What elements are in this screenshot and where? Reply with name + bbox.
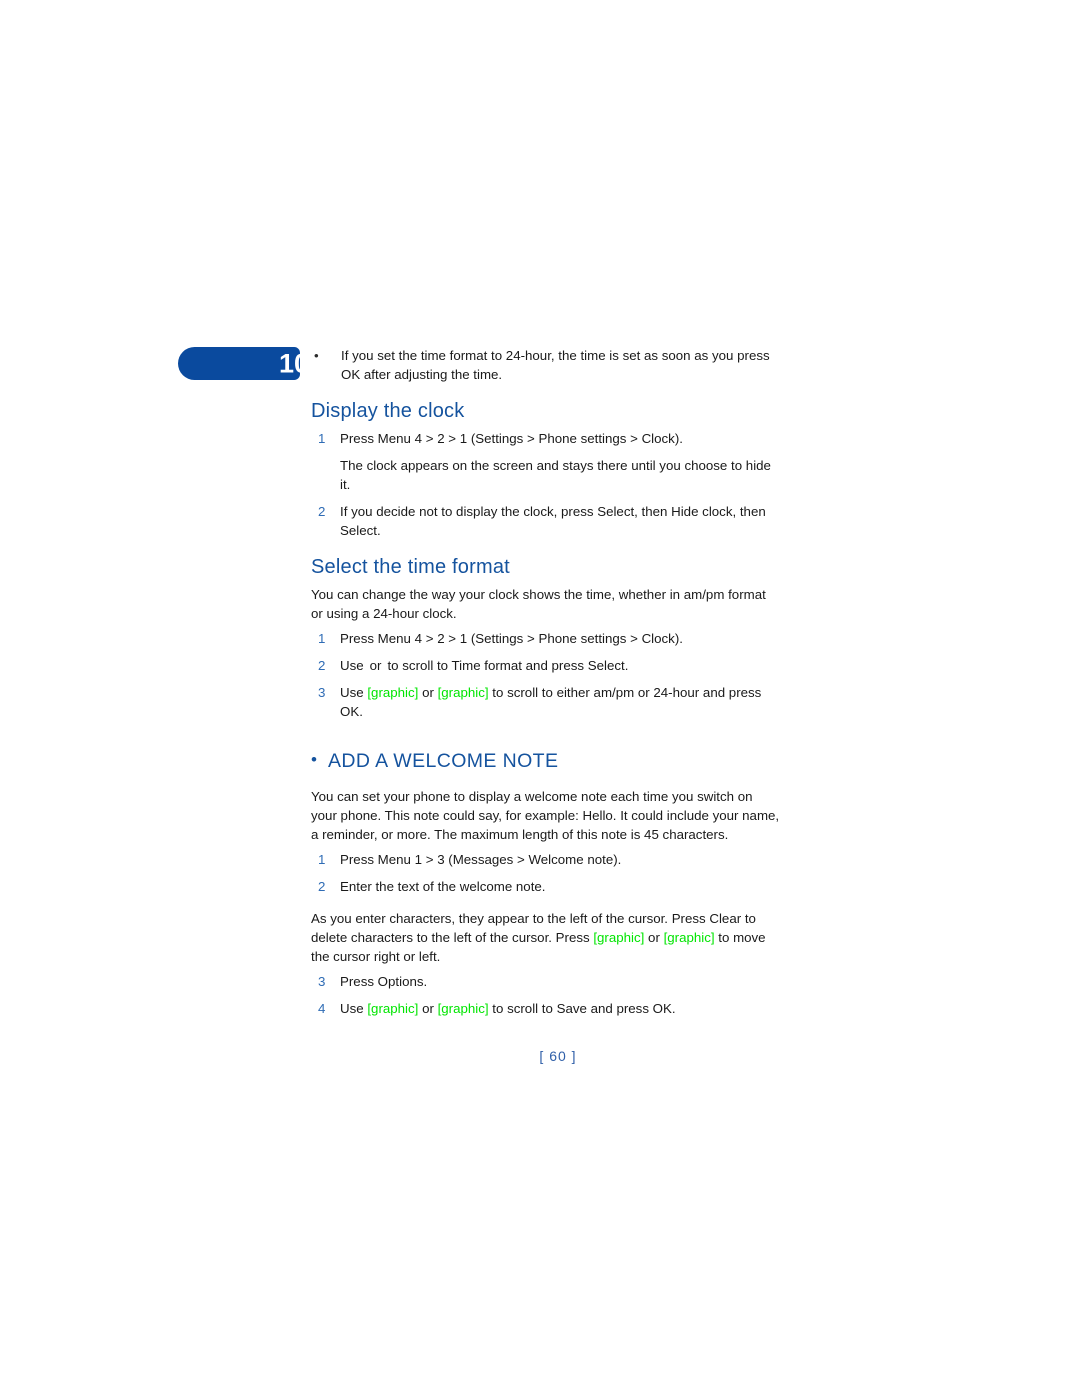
chapter-tab-number: 10 [278,348,300,378]
graphic-placeholder-1: [graphic] [367,685,419,700]
page-content: • If you set the time format to 24-hour,… [311,346,781,1026]
list-item: 2 Enter the text of the welcome note. [311,877,781,896]
step-number: 1 [318,852,326,867]
list-item: 2 Use or to scroll to Time format and pres… [311,656,781,675]
step-number: 2 [318,658,326,673]
heading-text: ADD A WELCOME NOTE [328,750,559,772]
graphic-placeholder-2: [graphic] [437,685,489,700]
step-text: Use [graphic] or [graphic] to scroll to … [340,683,781,721]
manual-page: 10 • If you set the time format to 24-ho… [0,0,1080,1397]
step-text: Press Menu 4 > 2 > 1 (Settings > Phone s… [340,431,683,446]
step-text: Use or to scroll to Time format and press … [340,656,781,675]
steps-display-the-clock: 1 Press Menu 4 > 2 > 1 (Settings > Phone… [311,429,781,540]
steps-select-the-time-format: 1 Press Menu 4 > 2 > 1 (Settings > Phone… [311,629,781,721]
list-item: 1 Press Menu 1 > 3 (Messages > Welcome n… [311,850,781,869]
heading-bullet-dot-icon: • [311,750,318,769]
step-text-connector: or [422,685,434,700]
list-item: 3 Press Options. [311,972,781,991]
welcome-note-cursor-paragraph: As you enter characters, they appear to … [311,909,781,966]
page-number-text: [ 60 ] [539,1048,577,1064]
step-text-suffix: to scroll to Time format and press Selec… [387,658,629,673]
step-text-suffix: to scroll to Save and press OK. [492,1001,676,1016]
heading-add-a-welcome-note: • ADD A WELCOME NOTE [311,749,781,773]
step-number: 1 [318,631,326,646]
list-item: 3 Use [graphic] or [graphic] to scroll t… [311,683,781,721]
step-text-prefix: Use [340,658,364,673]
welcome-note-intro: You can set your phone to display a welc… [311,789,780,842]
graphic-placeholder-1: [graphic] [367,1001,419,1016]
bullet-dot-icon: • [314,348,319,363]
page-number-folio: [ 60 ] [0,1048,1080,1064]
graphic-placeholder-1: [graphic] [593,930,645,945]
graphic-placeholder-2: [graphic] [663,930,715,945]
list-item: 4 Use [graphic] or [graphic] to scroll t… [311,999,781,1018]
select-time-format-intro: You can change the way your clock shows … [311,587,766,621]
step-text: If you decide not to display the clock, … [340,504,766,538]
step-number: 3 [318,685,326,700]
chapter-tab: 10 [178,347,300,380]
steps-welcome-note-a: 1 Press Menu 1 > 3 (Messages > Welcome n… [311,850,781,896]
list-item: 2 If you decide not to display the clock… [311,502,781,540]
step-text-prefix: Use [340,685,364,700]
heading-select-the-time-format: Select the time format [311,556,510,578]
step-continuation-text: The clock appears on the screen and stay… [340,458,771,492]
intro-bullet-text: If you set the time format to 24-hour, t… [341,348,770,382]
step-text-connector: or [422,1001,434,1016]
step-number: 3 [318,974,326,989]
step-number: 1 [318,431,326,446]
step-text-prefix: Use [340,1001,364,1016]
step-text: Enter the text of the welcome note. [340,879,546,894]
heading-display-the-clock: Display the clock [311,400,465,422]
step-text: Press Menu 1 > 3 (Messages > Welcome not… [340,852,622,867]
step-text-connector: or [369,658,382,673]
graphic-placeholder-2: [graphic] [437,1001,489,1016]
step-number: 2 [318,504,326,519]
intro-bullet: • If you set the time format to 24-hour,… [311,346,781,384]
step-text: Press Menu 4 > 2 > 1 (Settings > Phone s… [340,631,683,646]
step-text: Press Options. [340,974,428,989]
list-item: 1 Press Menu 4 > 2 > 1 (Settings > Phone… [311,429,781,448]
list-item: 1 Press Menu 4 > 2 > 1 (Settings > Phone… [311,629,781,648]
step-number: 4 [318,1001,326,1016]
step-number: 2 [318,879,326,894]
steps-welcome-note-b: 3 Press Options. 4 Use [graphic] or [gra… [311,972,781,1018]
note-paragraph-connector: or [648,930,660,945]
step-text: Use [graphic] or [graphic] to scroll to … [340,999,781,1018]
